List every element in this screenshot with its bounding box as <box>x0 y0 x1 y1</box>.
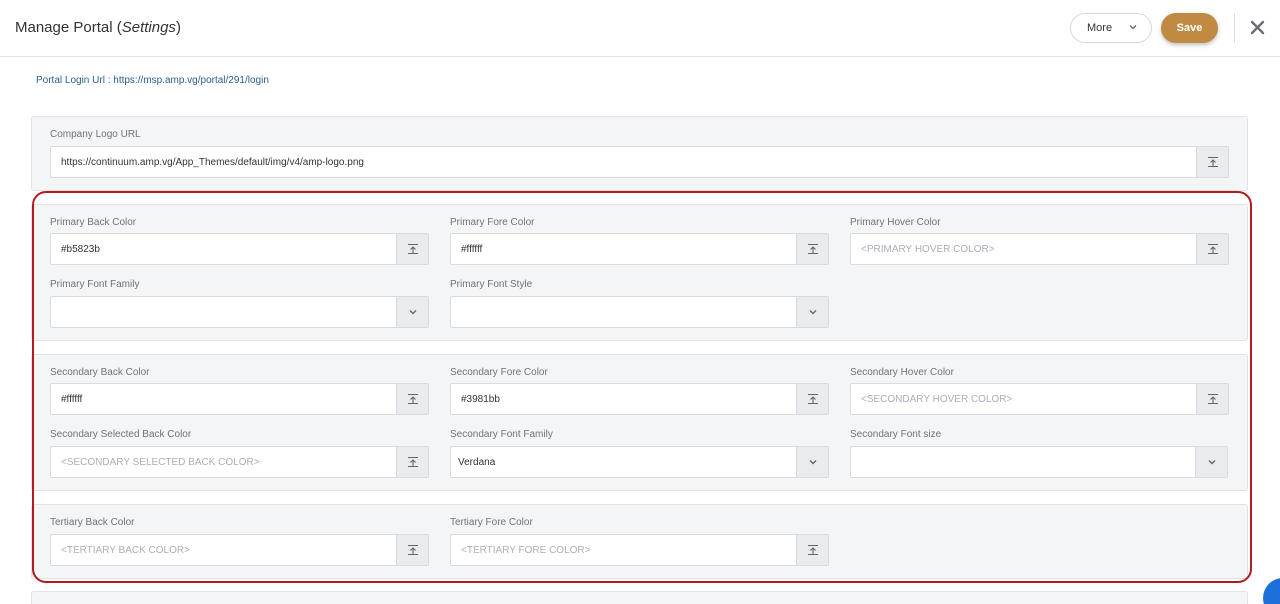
primary-back-color-input[interactable] <box>51 234 396 264</box>
chevron-down-icon <box>1129 25 1137 30</box>
logo-url-input[interactable] <box>51 147 1196 177</box>
primary-hover-color-field <box>850 233 1229 265</box>
primary-fore-color-field <box>450 233 829 265</box>
chevron-down-icon <box>809 310 816 315</box>
secondary-font-size-label: Secondary Font size <box>850 429 942 440</box>
modal-header: Manage Portal (Settings) More Save <box>0 0 1280 57</box>
primary-font-style-value <box>451 297 796 327</box>
primary-font-style-dropdown[interactable] <box>796 297 828 327</box>
secondary-selected-back-color-input[interactable] <box>51 447 396 477</box>
primary-hover-color-input[interactable] <box>851 234 1196 264</box>
close-icon[interactable] <box>1250 20 1265 35</box>
text-format-icon <box>1207 243 1218 255</box>
chevron-down-icon <box>409 310 416 315</box>
tertiary-back-color-field <box>50 534 429 566</box>
logo-url-label: Company Logo URL <box>50 129 141 140</box>
portal-login-url[interactable]: Portal Login Url : https://msp.amp.vg/po… <box>36 75 269 86</box>
text-format-icon <box>407 456 418 468</box>
save-button[interactable]: Save <box>1161 13 1218 43</box>
text-format-icon <box>407 243 418 255</box>
primary-font-family-select[interactable] <box>50 296 429 328</box>
primary-back-color-field <box>50 233 429 265</box>
primary-fore-color-addon[interactable] <box>796 234 828 264</box>
primary-font-style-select[interactable] <box>450 296 829 328</box>
primary-font-family-value <box>51 297 396 327</box>
header-divider <box>1234 13 1235 43</box>
tertiary-fore-color-label: Tertiary Fore Color <box>450 517 533 528</box>
secondary-fore-color-input[interactable] <box>451 384 796 414</box>
secondary-hover-color-addon[interactable] <box>1196 384 1228 414</box>
secondary-font-family-select[interactable]: Verdana <box>450 446 829 478</box>
secondary-font-family-label: Secondary Font Family <box>450 429 553 440</box>
secondary-selected-back-color-label: Secondary Selected Back Color <box>50 429 192 440</box>
primary-back-color-addon[interactable] <box>396 234 428 264</box>
primary-font-family-label: Primary Font Family <box>50 279 140 290</box>
page-title: Manage Portal (Settings) <box>15 19 181 36</box>
text-format-icon <box>407 393 418 405</box>
text-format-icon <box>1207 393 1218 405</box>
secondary-font-size-value <box>851 447 1196 477</box>
secondary-fore-color-label: Secondary Fore Color <box>450 367 548 378</box>
secondary-selected-back-color-addon[interactable] <box>396 447 428 477</box>
secondary-back-color-input[interactable] <box>51 384 396 414</box>
secondary-hover-color-label: Secondary Hover Color <box>850 367 954 378</box>
text-format-icon <box>807 544 818 556</box>
more-button[interactable]: More <box>1070 13 1152 43</box>
logo-url-field <box>50 146 1229 178</box>
secondary-hover-color-input[interactable] <box>851 384 1196 414</box>
primary-hover-color-label: Primary Hover Color <box>850 217 941 228</box>
primary-fore-color-label: Primary Fore Color <box>450 217 535 228</box>
secondary-back-color-field <box>50 383 429 415</box>
primary-font-style-label: Primary Font Style <box>450 279 533 290</box>
primary-back-color-label: Primary Back Color <box>50 217 137 228</box>
tertiary-back-color-label: Tertiary Back Color <box>50 517 135 528</box>
secondary-hover-color-field <box>850 383 1229 415</box>
tertiary-back-color-addon[interactable] <box>396 535 428 565</box>
text-format-icon <box>807 393 818 405</box>
secondary-back-color-label: Secondary Back Color <box>50 367 150 378</box>
secondary-back-color-addon[interactable] <box>396 384 428 414</box>
primary-hover-color-addon[interactable] <box>1196 234 1228 264</box>
primary-font-family-dropdown[interactable] <box>396 297 428 327</box>
chevron-down-icon <box>809 460 816 465</box>
secondary-font-family-dropdown[interactable] <box>796 447 828 477</box>
tertiary-back-color-input[interactable] <box>51 535 396 565</box>
secondary-font-size-select[interactable] <box>850 446 1228 478</box>
secondary-fore-color-addon[interactable] <box>796 384 828 414</box>
secondary-fore-color-field <box>450 383 829 415</box>
primary-fore-color-input[interactable] <box>451 234 796 264</box>
tertiary-fore-color-addon[interactable] <box>796 535 828 565</box>
tertiary-fore-color-input[interactable] <box>451 535 796 565</box>
chevron-down-icon <box>1208 460 1215 465</box>
logo-url-addon[interactable] <box>1196 147 1228 177</box>
secondary-selected-back-color-field <box>50 446 429 478</box>
help-widget-button[interactable] <box>1263 578 1280 604</box>
text-format-icon <box>407 544 418 556</box>
secondary-font-size-dropdown[interactable] <box>1195 447 1227 477</box>
tertiary-fore-color-field <box>450 534 829 566</box>
secondary-font-family-value: Verdana <box>458 457 496 468</box>
next-panel <box>31 591 1248 604</box>
text-format-icon <box>807 243 818 255</box>
text-format-icon <box>1207 156 1218 168</box>
